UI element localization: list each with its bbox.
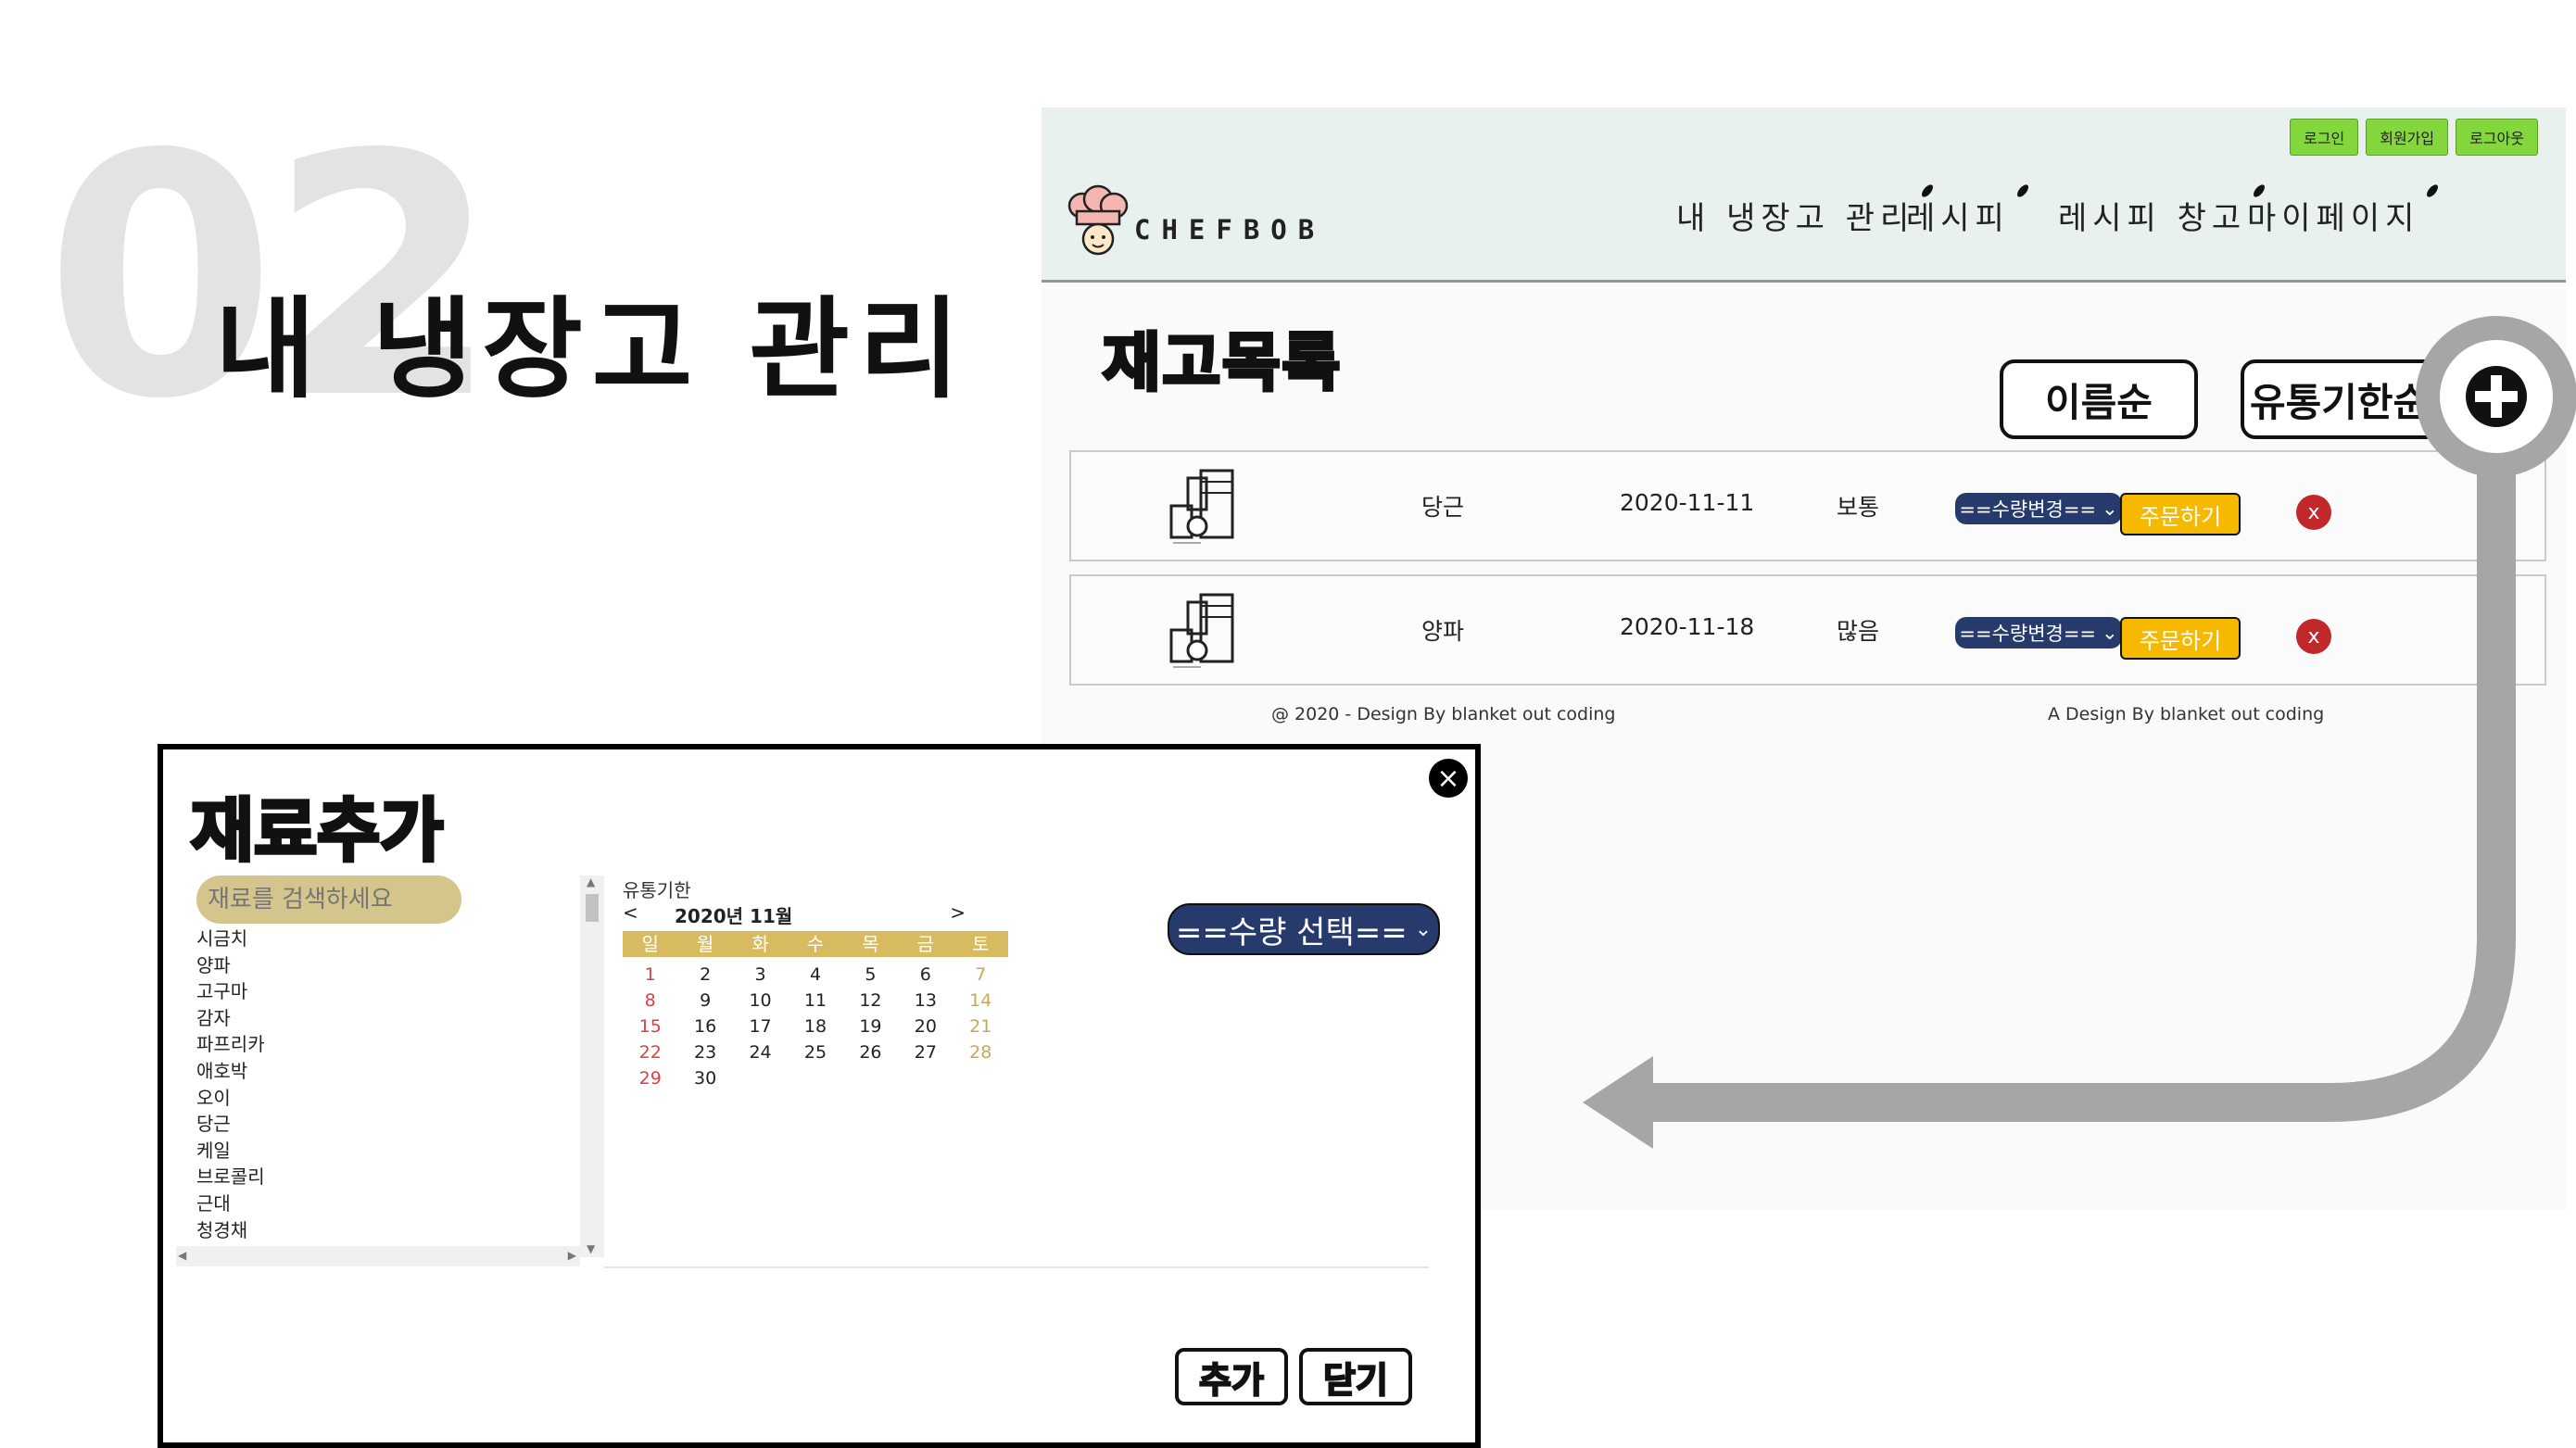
calendar-day[interactable]: 27: [898, 1042, 953, 1063]
calendar-day[interactable]: 1: [623, 964, 677, 985]
calendar-day[interactable]: 20: [898, 1016, 953, 1037]
calendar-day[interactable]: 4: [788, 964, 842, 985]
calendar-grid: 1 2 3 4 5 6 7 8 9 10 11 12 13 14 15 16 1…: [623, 964, 1008, 1089]
calendar-day[interactable]: 24: [733, 1042, 788, 1063]
close-button[interactable]: 닫기: [1299, 1348, 1412, 1405]
ingredient-list[interactable]: 시금치 양파 고구마 감자 파프리카 애호박 오이 당근 케일 브로콜리 근대 …: [196, 925, 567, 1245]
calendar-day[interactable]: 26: [843, 1042, 898, 1063]
modal-title: 재료추가: [189, 789, 445, 873]
close-icon[interactable]: ×: [1429, 759, 1468, 798]
prev-month-button[interactable]: <: [623, 901, 638, 924]
calendar-day[interactable]: 10: [733, 990, 788, 1011]
weekday: 화: [751, 933, 769, 955]
ingredient-search-input[interactable]: [196, 875, 461, 924]
expiry-label: 유통기한: [623, 879, 691, 901]
calendar-nav: < 2020년 11월 >: [623, 901, 966, 927]
calendar-day[interactable]: 9: [677, 990, 732, 1011]
list-item[interactable]: 케일: [196, 1138, 567, 1165]
list-item[interactable]: 양파: [196, 952, 567, 979]
calendar-day[interactable]: 5: [843, 964, 898, 985]
calendar-day[interactable]: 21: [953, 1016, 1008, 1037]
list-item[interactable]: 시금치: [196, 925, 567, 952]
list-item[interactable]: 감자: [196, 1005, 567, 1032]
divider: [604, 1266, 1429, 1268]
list-item[interactable]: 브로콜리: [196, 1164, 567, 1190]
add-ingredient-modal: 재료추가 × 시금치 양파 고구마 감자 파프리카 애호박 오이 당근 케일 브…: [158, 744, 1481, 1448]
calendar-day[interactable]: 17: [733, 1016, 788, 1037]
calendar-day[interactable]: 30: [677, 1068, 732, 1089]
list-item[interactable]: 파프리카: [196, 1031, 567, 1058]
calendar-day[interactable]: 15: [623, 1016, 677, 1037]
next-month-button[interactable]: >: [950, 901, 966, 924]
plus-circle-icon[interactable]: [2463, 363, 2530, 430]
calendar-day[interactable]: 25: [788, 1042, 842, 1063]
weekday: 금: [916, 933, 935, 955]
weekday: 토: [972, 933, 990, 955]
scroll-thumb[interactable]: [586, 894, 599, 922]
calendar-day[interactable]: 12: [843, 990, 898, 1011]
list-item[interactable]: 청경채: [196, 1217, 567, 1244]
calendar-month: 2020년 11월: [675, 905, 793, 927]
list-item[interactable]: 당근: [196, 1111, 567, 1138]
add-button[interactable]: 추가: [1175, 1348, 1288, 1405]
calendar-day[interactable]: 28: [953, 1042, 1008, 1063]
scroll-right-icon[interactable]: ▶: [568, 1249, 576, 1262]
scroll-down-icon[interactable]: ▼: [587, 1242, 595, 1255]
calendar-day[interactable]: 11: [788, 990, 842, 1011]
calendar-day[interactable]: 6: [898, 964, 953, 985]
weekday: 목: [862, 933, 879, 955]
calendar-day[interactable]: 2: [677, 964, 732, 985]
calendar-day[interactable]: 13: [898, 990, 953, 1011]
vertical-scrollbar[interactable]: ▲ ▼: [580, 875, 604, 1257]
calendar-day[interactable]: 7: [953, 964, 1008, 985]
horizontal-scrollbar[interactable]: ◀ ▶: [176, 1246, 580, 1266]
list-item[interactable]: 오이: [196, 1085, 567, 1112]
calendar-day[interactable]: 29: [623, 1068, 677, 1089]
calendar-day[interactable]: 14: [953, 990, 1008, 1011]
weekday: 일: [641, 933, 659, 955]
calendar-weekdays: 일 월 화 수 목 금 토: [623, 931, 1008, 957]
calendar-day[interactable]: 16: [677, 1016, 732, 1037]
quantity-select[interactable]: ==수량 선택== ⌄: [1168, 903, 1440, 955]
weekday: 수: [806, 933, 825, 955]
list-item[interactable]: 근대: [196, 1190, 567, 1217]
scroll-left-icon[interactable]: ◀: [178, 1249, 186, 1262]
calendar-day[interactable]: 3: [733, 964, 788, 985]
calendar-day[interactable]: 18: [788, 1016, 842, 1037]
chevron-down-icon: ⌄: [1414, 917, 1433, 941]
calendar-day[interactable]: 23: [677, 1042, 732, 1063]
list-item[interactable]: 고구마: [196, 978, 567, 1005]
list-item[interactable]: 애호박: [196, 1058, 567, 1085]
scroll-up-icon[interactable]: ▲: [587, 875, 595, 888]
calendar-day[interactable]: 8: [623, 990, 677, 1011]
calendar-day[interactable]: 19: [843, 1016, 898, 1037]
weekday: 월: [696, 933, 714, 955]
calendar-day[interactable]: 22: [623, 1042, 677, 1063]
